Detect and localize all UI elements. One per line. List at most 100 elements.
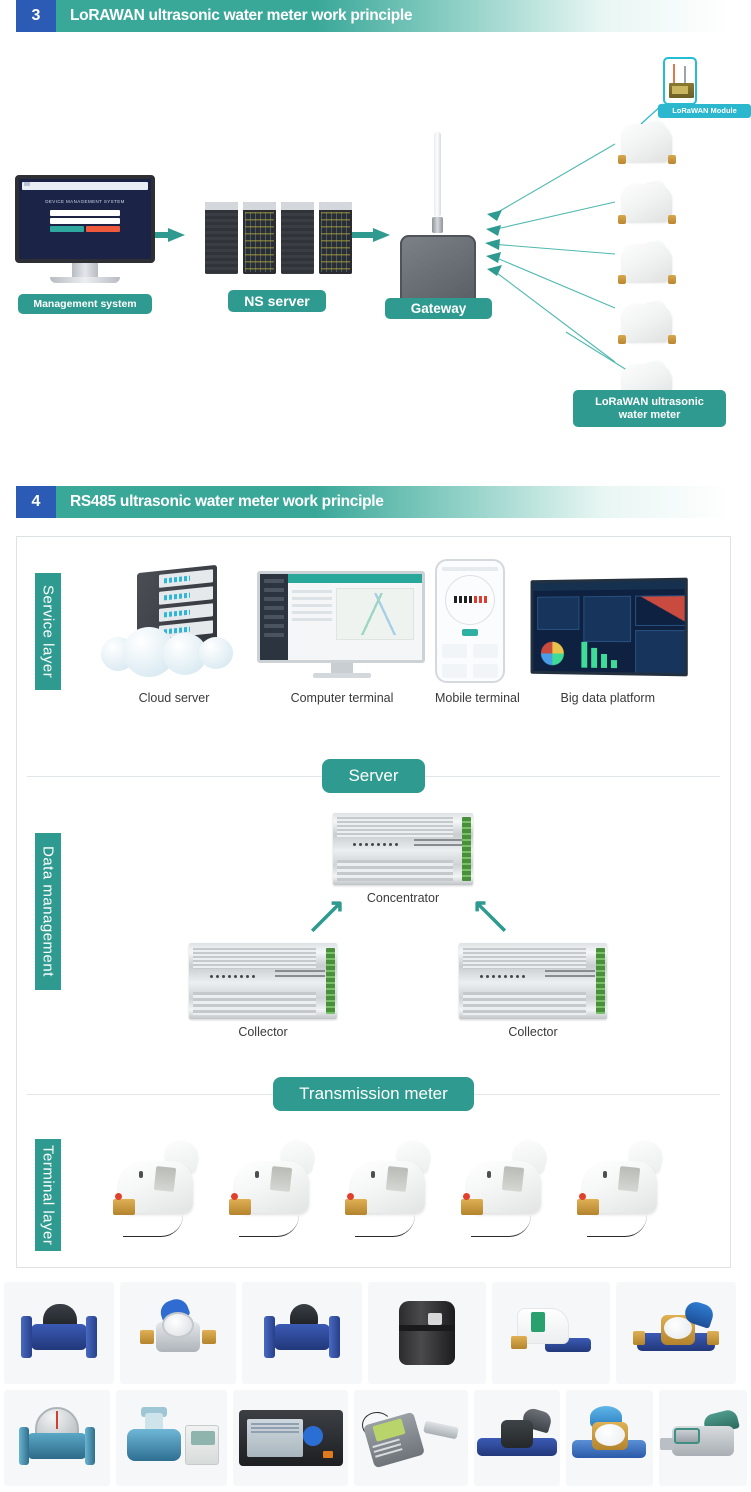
service-item-caption: Computer terminal [290,691,394,705]
gallery-item-handheld-ultrasonic-flow-meter[interactable] [354,1390,468,1486]
cloud-server-icon [99,563,249,683]
section-title: RS485 ultrasonic water meter work princi… [70,493,384,510]
product-gallery [0,1282,751,1486]
terminal-meter-row [17,1117,730,1247]
gallery-row-1 [4,1282,747,1384]
white-smart-valve-meter-image [505,1306,597,1360]
ns-server-racks [205,202,352,274]
gallery-item-white-smart-valve-meter[interactable] [492,1282,610,1384]
computer-terminal-icon [257,571,427,683]
big-data-platform-icon [528,577,688,683]
concentrator-icon [333,813,473,885]
lorawan-module-callout [663,57,697,105]
ns-server-label: NS server [228,290,326,312]
terminal-water-meter-icon [461,1135,565,1247]
login-form [50,210,120,232]
collector-caption: Collector [508,1025,558,1039]
server-rack [205,202,238,274]
lorawan-module-label: LoRaWAN Module [658,104,751,118]
service-layer-side-label: Service layer [35,573,61,690]
gallery-item-paperless-recorder[interactable] [233,1390,349,1486]
blue-lid-brass-meter-image [633,1299,719,1361]
rs485-diagram: Service layer Cloud server Computer term… [16,536,731,1268]
concentrator-device: Concentrator [333,813,473,905]
terminal-water-meter-icon [113,1135,217,1247]
server-rack [281,202,314,274]
monitor-screen: DEVICE MANAGEMENT SYSTEM [15,175,155,263]
lorawan-water-meter-label: LoRaWAN ultrasonic water meter [573,390,726,427]
collector-icon [189,943,337,1019]
terminal-water-meter-icon [345,1135,449,1247]
oval-gear-flow-meter-image [18,1407,95,1469]
username-field [50,210,120,216]
terminal-water-meter-icon [229,1135,333,1247]
reset-button [86,226,120,232]
collector-left-device: Collector [189,943,337,1039]
gateway-antenna-icon [434,132,441,217]
paperless-recorder-image [238,1410,343,1466]
collector-caption: Collector [238,1025,288,1039]
password-field [50,218,120,224]
terminal-layer-row: Terminal layer [17,1117,730,1267]
lorawan-water-meter-icon [618,299,676,348]
lorawan-meter-column [618,119,676,420]
lorawan-water-meter-icon [618,119,676,168]
section-title: LoRAWAN ultrasonic water meter work prin… [70,7,413,24]
monitor-screen-title: DEVICE MANAGEMENT SYSTEM [45,199,125,204]
login-button [50,226,84,232]
gallery-item-blue-lid-brass-meter[interactable] [616,1282,736,1384]
woltman-water-meter-image [21,1302,97,1364]
module-pcb-icon [669,83,694,98]
service-item-mobile-terminal: Mobile terminal [435,559,520,705]
gallery-row-2 [4,1390,747,1486]
lorawan-water-meter-icon [618,239,676,288]
handheld-ultrasonic-flow-meter-image [362,1408,460,1469]
service-item-big-data-platform: Big data platform [528,577,688,705]
service-item-caption: Big data platform [560,691,656,705]
black-plastic-water-meter-image [399,1301,455,1365]
transmission-meter-badge-row: Transmission meter [17,1071,730,1117]
service-layer-row: Service layer Cloud server Computer term… [17,537,730,753]
monitor-stand-base [50,277,120,283]
mobile-terminal-icon [435,559,505,683]
management-system-monitor: DEVICE MANAGEMENT SYSTEM [15,175,155,283]
server-badge: Server [322,759,425,793]
gallery-item-grey-smart-water-meter[interactable] [658,1390,747,1486]
section-header-4: 4 RS485 ultrasonic water meter work prin… [16,486,731,518]
server-rack [319,202,352,274]
data-management-side-label: Data management [35,833,61,990]
terminal-water-meter-icon [577,1135,681,1247]
transmission-meter-badge: Transmission meter [273,1077,474,1111]
section-header-3: 3 LoRAWAN ultrasonic water meter work pr… [16,0,731,32]
collector-right-device: Collector [459,943,607,1039]
service-item-caption: Mobile terminal [435,691,520,705]
grey-smart-water-meter-image [659,1408,746,1464]
gallery-item-woltman-water-meter[interactable] [4,1282,114,1384]
lorawan-diagram: DEVICE MANAGEMENT SYSTEM Management syst… [0,32,751,442]
flanged-bulk-water-meter-image [264,1302,340,1364]
collector-icon [459,943,607,1019]
browser-address-bar [22,182,148,190]
section-number-badge: 3 [16,0,56,32]
management-system-label: Management system [18,294,152,314]
gallery-item-flanged-bulk-water-meter[interactable] [242,1282,362,1384]
gallery-item-oval-gear-flow-meter[interactable] [4,1390,110,1486]
lorawan-water-meter-icon [618,179,676,228]
concentrator-caption: Concentrator [366,891,440,905]
service-layer-items: Cloud server Computer terminal Mobile te… [17,537,730,705]
server-badge-row: Server [17,753,730,799]
service-item-computer-terminal: Computer terminal [257,571,427,705]
form-buttons [50,226,120,232]
server-rack [243,202,276,274]
gateway-antenna-base [432,217,443,233]
gateway-label: Gateway [385,298,492,319]
brass-dial-water-meter-image [138,1295,218,1362]
gallery-item-brass-dial-water-meter[interactable] [120,1282,236,1384]
terminal-layer-side-label: Terminal layer [35,1139,61,1251]
gallery-item-black-plastic-water-meter[interactable] [368,1282,486,1384]
gallery-item-blue-lid-dial-meter[interactable] [566,1390,653,1486]
gallery-item-electromagnetic-flow-meter[interactable] [115,1390,228,1486]
blue-lid-dial-meter-image [570,1406,648,1466]
black-cap-water-meter-image [475,1406,559,1464]
gallery-item-black-cap-water-meter[interactable] [473,1390,561,1486]
